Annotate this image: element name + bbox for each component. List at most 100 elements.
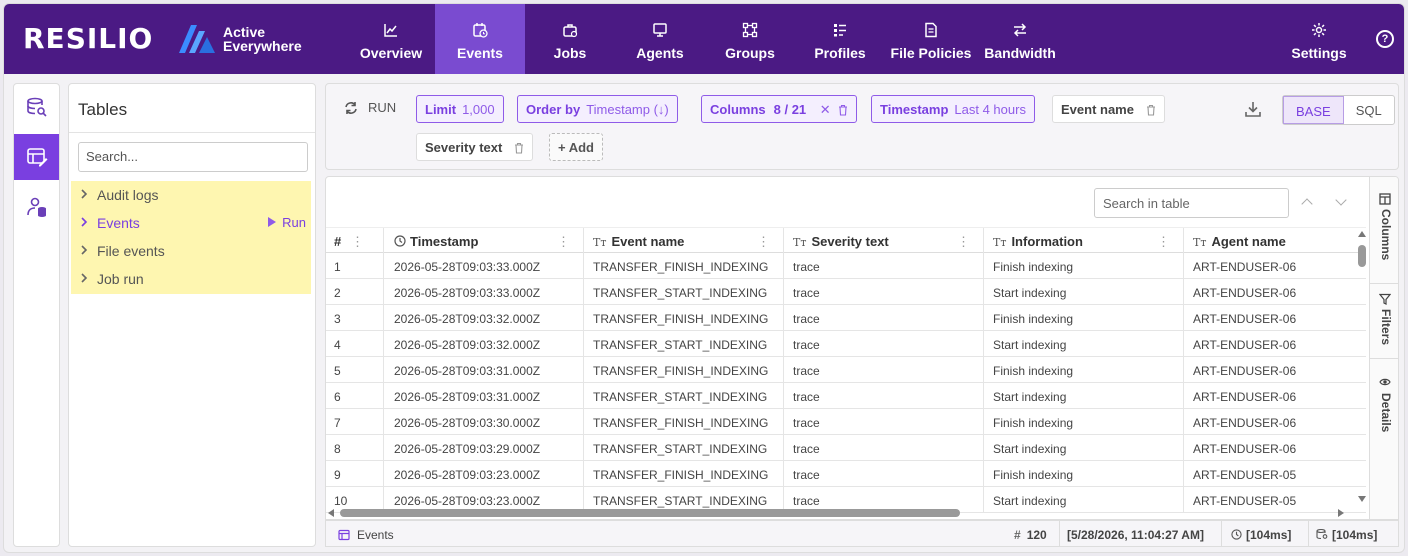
rail-database-search[interactable] <box>14 84 59 130</box>
cell-timestamp[interactable]: 2026-05-28T09:03:33.000Z <box>384 279 584 305</box>
scroll-thumb[interactable] <box>340 509 960 517</box>
cell-event-name[interactable]: TRANSFER_START_INDEXING <box>584 279 784 305</box>
cell-event-name[interactable]: TRANSFER_START_INDEXING <box>584 435 784 461</box>
table-search-input[interactable]: Search in table <box>1094 188 1289 218</box>
table-row[interactable]: 6 2026-05-28T09:03:31.000Z TRANSFER_START_… <box>326 383 1366 409</box>
scroll-right-arrow-icon[interactable] <box>1338 509 1344 517</box>
cell-information[interactable]: Finish indexing <box>984 461 1184 487</box>
cell-timestamp[interactable]: 2026-05-28T09:03:31.000Z <box>384 357 584 383</box>
column-header-agent-name[interactable]: Tт Agent name <box>1184 228 1366 254</box>
cell-index[interactable]: 6 <box>326 383 384 409</box>
timestamp-chip[interactable]: Timestamp Last 4 hours <box>871 95 1035 123</box>
tree-run-button[interactable]: Run <box>268 215 306 230</box>
cell-agent-name[interactable]: ART-ENDUSER-06 <box>1184 357 1366 383</box>
tables-search-input[interactable]: Search... <box>78 142 308 172</box>
table-row[interactable]: 3 2026-05-28T09:03:32.000Z TRANSFER_FINISH… <box>326 305 1366 331</box>
column-header-index[interactable]: # ⋮ <box>326 228 384 254</box>
cell-timestamp[interactable]: 2026-05-28T09:03:30.000Z <box>384 409 584 435</box>
cell-agent-name[interactable]: ART-ENDUSER-06 <box>1184 305 1366 331</box>
table-row[interactable]: 8 2026-05-28T09:03:29.000Z TRANSFER_START_… <box>326 435 1366 461</box>
column-header-information[interactable]: Tт Information ⋮ <box>984 228 1184 254</box>
vertical-scrollbar[interactable] <box>1356 229 1368 504</box>
cell-information[interactable]: Finish indexing <box>984 253 1184 279</box>
severity-text-chip[interactable]: Severity text <box>416 133 533 161</box>
tree-item-events[interactable]: Events Run <box>71 209 311 237</box>
cell-event-name[interactable]: TRANSFER_FINISH_INDEXING <box>584 253 784 279</box>
nav-profiles[interactable]: Profiles <box>795 4 885 74</box>
scroll-down-arrow-icon[interactable] <box>1358 496 1366 502</box>
cell-timestamp[interactable]: 2026-05-28T09:03:32.000Z <box>384 305 584 331</box>
column-menu-icon[interactable]: ⋮ <box>757 234 770 250</box>
cell-timestamp[interactable]: 2026-05-28T09:03:32.000Z <box>384 331 584 357</box>
cell-timestamp[interactable]: 2026-05-28T09:03:23.000Z <box>384 461 584 487</box>
cell-agent-name[interactable]: ART-ENDUSER-05 <box>1184 461 1366 487</box>
chevron-down-icon[interactable] <box>1335 194 1347 206</box>
cell-agent-name[interactable]: ART-ENDUSER-06 <box>1184 409 1366 435</box>
side-tab-details[interactable]: Details <box>1370 373 1398 443</box>
trash-icon[interactable] <box>1146 104 1156 116</box>
table-row[interactable]: 7 2026-05-28T09:03:30.000Z TRANSFER_FINISH… <box>326 409 1366 435</box>
scroll-left-arrow-icon[interactable] <box>328 509 334 517</box>
cell-severity-text[interactable]: trace <box>784 461 984 487</box>
cell-index[interactable]: 8 <box>326 435 384 461</box>
nav-groups[interactable]: Groups <box>705 4 795 74</box>
cell-severity-text[interactable]: trace <box>784 409 984 435</box>
cell-agent-name[interactable]: ART-ENDUSER-06 <box>1184 331 1366 357</box>
cell-index[interactable]: 7 <box>326 409 384 435</box>
cell-index[interactable]: 3 <box>326 305 384 331</box>
cell-agent-name[interactable]: ART-ENDUSER-06 <box>1184 383 1366 409</box>
cell-event-name[interactable]: TRANSFER_FINISH_INDEXING <box>584 357 784 383</box>
limit-chip[interactable]: Limit 1,000 <box>416 95 504 123</box>
tree-item-file-events[interactable]: File events <box>71 237 311 265</box>
cell-information[interactable]: Start indexing <box>984 435 1184 461</box>
trash-icon[interactable] <box>838 104 848 116</box>
column-menu-icon[interactable]: ⋮ <box>957 234 970 250</box>
cell-agent-name[interactable]: ART-ENDUSER-06 <box>1184 279 1366 305</box>
cell-event-name[interactable]: TRANSFER_START_INDEXING <box>584 331 784 357</box>
cell-severity-text[interactable]: trace <box>784 383 984 409</box>
cell-timestamp[interactable]: 2026-05-28T09:03:31.000Z <box>384 383 584 409</box>
clear-x-icon[interactable]: ✕ <box>820 102 831 117</box>
table-row[interactable]: 1 2026-05-28T09:03:33.000Z TRANSFER_FINISH… <box>326 253 1366 279</box>
cell-index[interactable]: 5 <box>326 357 384 383</box>
cell-event-name[interactable]: TRANSFER_START_INDEXING <box>584 383 784 409</box>
nav-events[interactable]: Events <box>435 4 525 74</box>
side-tab-filters[interactable]: Filters <box>1370 289 1398 359</box>
tree-item-job-run[interactable]: Job run <box>71 265 311 293</box>
cell-information[interactable]: Finish indexing <box>984 357 1184 383</box>
table-row[interactable]: 2 2026-05-28T09:03:33.000Z TRANSFER_START_… <box>326 279 1366 305</box>
cell-event-name[interactable]: TRANSFER_FINISH_INDEXING <box>584 461 784 487</box>
nav-file-policies[interactable]: File Policies <box>885 4 977 74</box>
cell-agent-name[interactable]: ART-ENDUSER-06 <box>1184 253 1366 279</box>
cell-information[interactable]: Start indexing <box>984 383 1184 409</box>
cell-severity-text[interactable]: trace <box>784 279 984 305</box>
nav-jobs[interactable]: Jobs <box>525 4 615 74</box>
chevron-up-icon[interactable] <box>1301 198 1313 210</box>
help-icon[interactable]: ? <box>1376 30 1394 48</box>
scroll-thumb[interactable] <box>1358 245 1366 267</box>
cell-information[interactable]: Start indexing <box>984 331 1184 357</box>
sql-mode-button[interactable]: SQL <box>1344 96 1394 124</box>
cell-information[interactable]: Start indexing <box>984 279 1184 305</box>
order-by-chip[interactable]: Order by Timestamp (↓) <box>517 95 678 123</box>
tree-item-audit-logs[interactable]: Audit logs <box>71 181 311 209</box>
run-query-button[interactable]: RUN <box>344 100 396 115</box>
cell-severity-text[interactable]: trace <box>784 435 984 461</box>
table-row[interactable]: 4 2026-05-28T09:03:32.000Z TRANSFER_START_… <box>326 331 1366 357</box>
cell-event-name[interactable]: TRANSFER_FINISH_INDEXING <box>584 409 784 435</box>
cell-severity-text[interactable]: trace <box>784 331 984 357</box>
nav-agents[interactable]: Agents <box>615 4 705 74</box>
table-row[interactable]: 9 2026-05-28T09:03:23.000Z TRANSFER_FINISH… <box>326 461 1366 487</box>
column-header-severity-text[interactable]: Tт Severity text ⋮ <box>784 228 984 254</box>
rail-user-database[interactable] <box>14 184 59 230</box>
column-menu-icon[interactable]: ⋮ <box>557 234 570 250</box>
column-header-event-name[interactable]: Tт Event name ⋮ <box>584 228 784 254</box>
nav-overview[interactable]: Overview <box>346 4 436 74</box>
cell-agent-name[interactable]: ART-ENDUSER-06 <box>1184 435 1366 461</box>
scroll-up-arrow-icon[interactable] <box>1358 231 1366 237</box>
nav-settings[interactable]: Settings <box>1274 4 1364 74</box>
cell-event-name[interactable]: TRANSFER_FINISH_INDEXING <box>584 305 784 331</box>
nav-bandwidth[interactable]: Bandwidth <box>975 4 1065 74</box>
trash-icon[interactable] <box>514 142 524 154</box>
horizontal-scrollbar[interactable] <box>326 507 1366 519</box>
